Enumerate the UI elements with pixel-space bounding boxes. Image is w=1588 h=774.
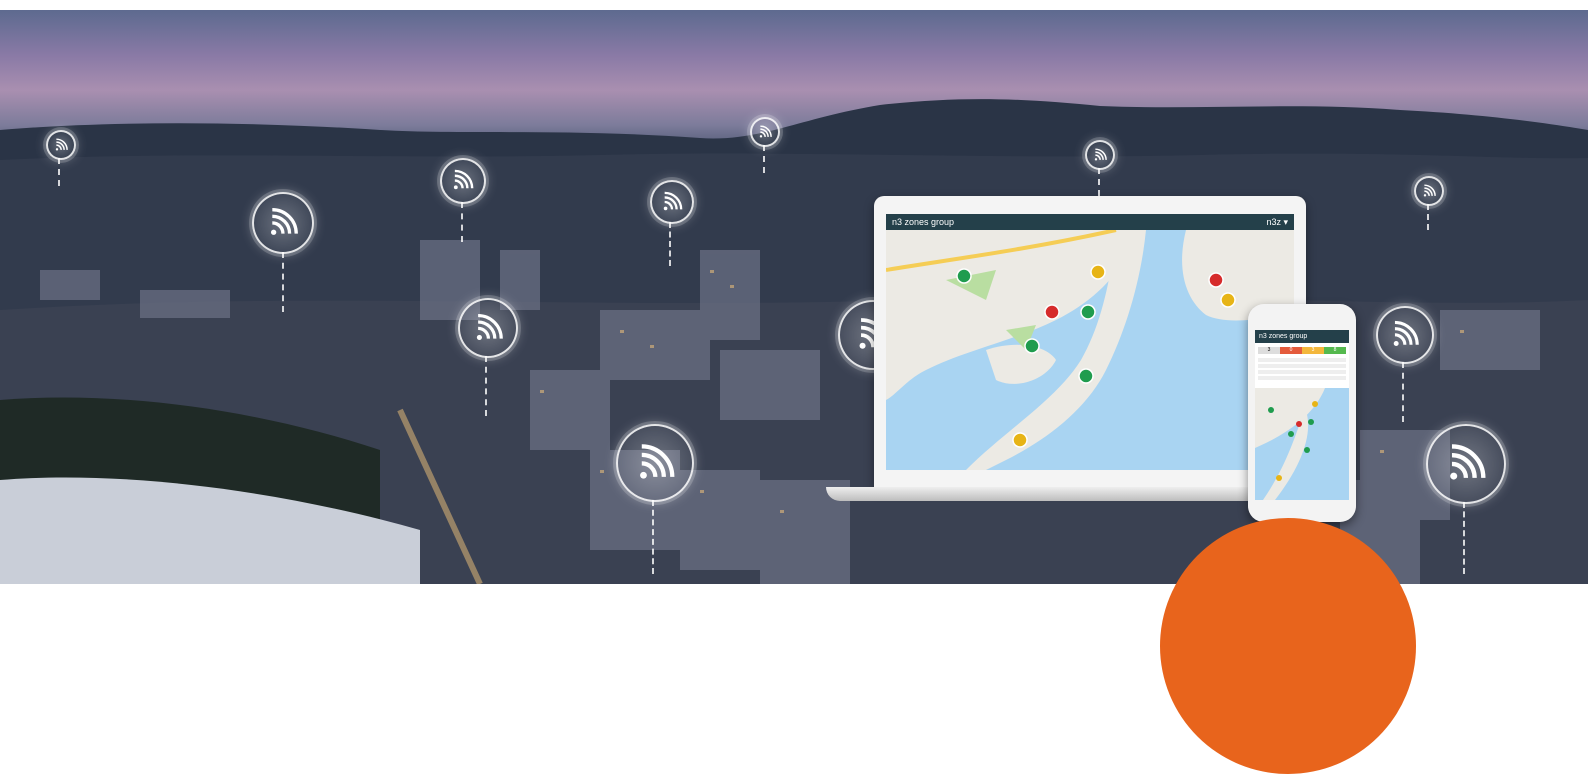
- laptop-screen: n3 zones group n3z ▾: [886, 214, 1294, 470]
- wifi-signal-icon: [440, 158, 486, 204]
- status-gray: 3: [1258, 347, 1280, 354]
- wifi-signal-icon: [252, 192, 314, 254]
- phone-screen: n3 zones group 3 0 3 8: [1255, 330, 1349, 500]
- user-menu[interactable]: n3z ▾: [1266, 214, 1288, 230]
- phone-table: [1258, 358, 1346, 380]
- phone-app-logo: n3 zones group: [1259, 333, 1308, 340]
- beacon-stem: [1427, 204, 1429, 230]
- beacon-stem: [485, 356, 487, 416]
- beacon-stem: [1463, 502, 1465, 574]
- phone-device: n3 zones group 3 0 3 8: [1248, 304, 1356, 522]
- app-header: n3 zones group n3z ▾: [886, 214, 1294, 230]
- status-summary: 3 0 3 8: [1258, 347, 1346, 354]
- status-yellow: 3: [1302, 347, 1324, 354]
- wifi-signal-icon: [46, 130, 76, 160]
- beacon-stem: [282, 252, 284, 312]
- wifi-signal-icon: [616, 424, 694, 502]
- beacon-stem: [763, 145, 765, 173]
- accent-circle: [1160, 518, 1416, 774]
- beacon-stem: [58, 158, 60, 186]
- beacon-stem: [652, 500, 654, 574]
- wifi-signal-icon: [750, 117, 780, 147]
- beacon-stem: [669, 222, 671, 266]
- status-green: 8: [1324, 347, 1346, 354]
- wifi-signal-icon: [1414, 176, 1444, 206]
- wifi-signal-icon: [458, 298, 518, 358]
- app-logo: n3 zones group: [892, 217, 955, 227]
- beacon-stem: [461, 202, 463, 242]
- laptop-device: n3 zones group n3z ▾: [874, 196, 1306, 488]
- wifi-signal-icon: [1085, 140, 1115, 170]
- beacon-stem: [1098, 168, 1100, 196]
- wifi-signal-icon: [1426, 424, 1506, 504]
- phone-app-header: n3 zones group: [1255, 330, 1349, 343]
- beacon-stem: [1402, 362, 1404, 422]
- phone-map-view[interactable]: [1255, 388, 1349, 500]
- status-red: 0: [1280, 347, 1302, 354]
- wifi-signal-icon: [1376, 306, 1434, 364]
- map-view[interactable]: [886, 230, 1294, 470]
- wifi-signal-icon: [650, 180, 694, 224]
